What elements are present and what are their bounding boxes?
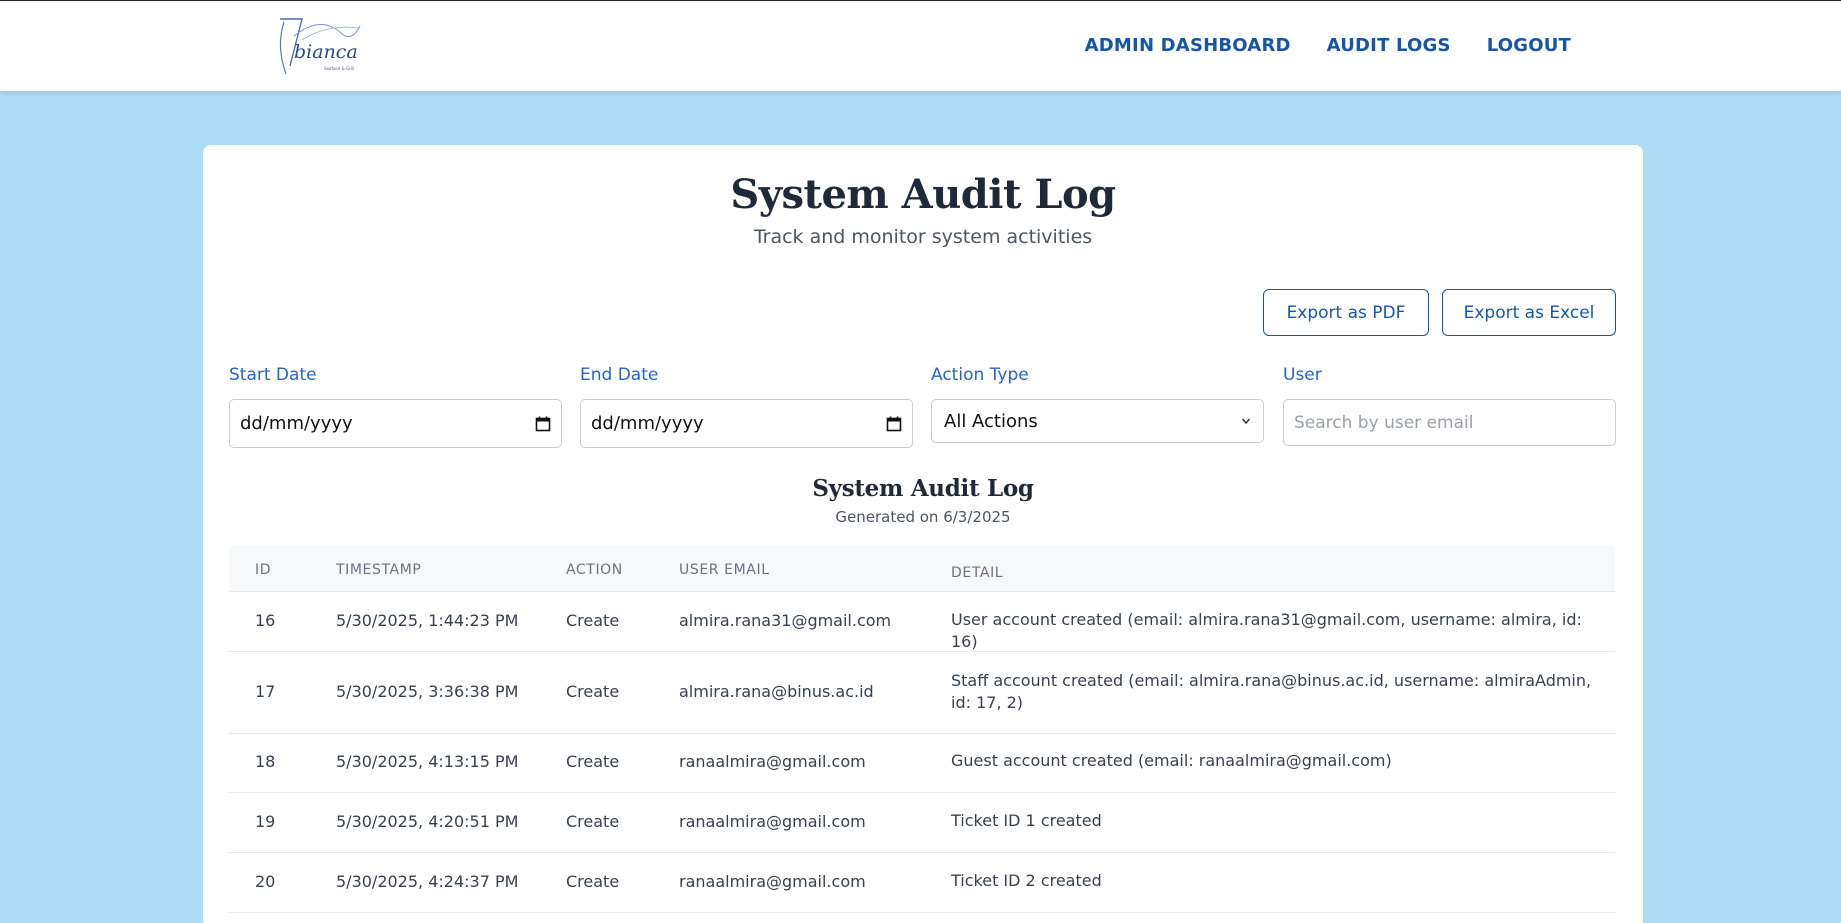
- cell-user-email: ranaalmira@gmail.com: [679, 812, 866, 831]
- export-excel-button[interactable]: Export as Excel: [1442, 289, 1616, 336]
- column-header-timestamp: TIMESTAMP: [336, 562, 422, 578]
- nav-logout[interactable]: LOGOUT: [1487, 35, 1571, 56]
- cell-detail: Ticket ID 1 created: [951, 811, 1102, 830]
- start-date-label: Start Date: [229, 365, 317, 385]
- bianca-logo[interactable]: bianca Seafood & Grill: [272, 16, 362, 78]
- table-row[interactable]: 16 5/30/2025, 1:44:23 PM Create almira.r…: [229, 592, 1615, 652]
- cell-timestamp: 5/30/2025, 4:20:51 PM: [336, 812, 519, 831]
- cell-action: Create: [566, 752, 620, 771]
- cell-user-email: almira.rana@binus.ac.id: [679, 682, 874, 701]
- table-row[interactable]: 18 5/30/2025, 4:13:15 PM Create ranaalmi…: [229, 734, 1615, 793]
- calendar-icon[interactable]: [535, 416, 551, 432]
- report-title: System Audit Log: [812, 475, 1034, 502]
- table-row[interactable]: 17 5/30/2025, 3:36:38 PM Create almira.r…: [229, 652, 1615, 734]
- page-subtitle: Track and monitor system activities: [753, 226, 1093, 248]
- page-title: System Audit Log: [730, 171, 1116, 218]
- cell-detail: Ticket ID 2 created: [951, 871, 1102, 890]
- start-date-value: dd/mm/yyyy: [240, 413, 353, 434]
- action-type-label: Action Type: [931, 365, 1029, 385]
- column-header-id: ID: [255, 562, 272, 578]
- logo-tagline: Seafood & Grill: [324, 66, 355, 71]
- column-header-action: ACTION: [566, 562, 623, 578]
- cell-timestamp: 5/30/2025, 1:44:23 PM: [336, 611, 519, 630]
- cell-id: 16: [255, 611, 276, 630]
- end-date-value: dd/mm/yyyy: [591, 413, 704, 434]
- cell-id: 19: [255, 812, 276, 831]
- action-type-value: All Actions: [944, 410, 1038, 432]
- audit-log-card: System Audit Log Track and monitor syste…: [203, 145, 1643, 923]
- cell-action: Create: [566, 611, 620, 630]
- chevron-down-icon: [1241, 418, 1251, 425]
- cell-id: 20: [255, 872, 276, 891]
- end-date-label: End Date: [580, 365, 659, 385]
- table-header: ID TIMESTAMP ACTION USER EMAIL DETAIL: [229, 546, 1615, 592]
- cell-action: Create: [566, 872, 620, 891]
- calendar-icon[interactable]: [886, 416, 902, 432]
- cell-detail: User account created (email: almira.rana…: [951, 610, 1582, 651]
- audit-log-table: ID TIMESTAMP ACTION USER EMAIL DETAIL 16…: [229, 546, 1615, 913]
- user-search-input[interactable]: Search by user email: [1283, 399, 1616, 446]
- cell-timestamp: 5/30/2025, 4:13:15 PM: [336, 752, 519, 771]
- cell-user-email: ranaalmira@gmail.com: [679, 872, 866, 891]
- column-header-detail: DETAIL: [951, 565, 1004, 581]
- column-header-user-email: USER EMAIL: [679, 562, 770, 578]
- cell-user-email: almira.rana31@gmail.com: [679, 611, 892, 630]
- cell-id: 17: [255, 682, 276, 701]
- logo-text: bianca: [294, 41, 358, 63]
- cell-id: 18: [255, 752, 276, 771]
- top-navbar: bianca Seafood & Grill ADMIN DASHBOARD A…: [0, 0, 1841, 91]
- cell-action: Create: [566, 682, 620, 701]
- end-date-input[interactable]: dd/mm/yyyy: [580, 399, 913, 448]
- cell-timestamp: 5/30/2025, 4:24:37 PM: [336, 872, 519, 891]
- action-type-select[interactable]: All Actions: [931, 399, 1264, 443]
- export-pdf-button[interactable]: Export as PDF: [1263, 289, 1429, 336]
- user-search-placeholder: Search by user email: [1294, 412, 1474, 433]
- report-generated-date: Generated on 6/3/2025: [835, 508, 1011, 526]
- nav-admin-dashboard[interactable]: ADMIN DASHBOARD: [1085, 35, 1291, 56]
- cell-action: Create: [566, 812, 620, 831]
- table-row[interactable]: 20 5/30/2025, 4:24:37 PM Create ranaalmi…: [229, 853, 1615, 913]
- cell-detail: Guest account created (email: ranaalmira…: [951, 751, 1392, 770]
- nav-audit-logs[interactable]: AUDIT LOGS: [1327, 35, 1451, 56]
- start-date-input[interactable]: dd/mm/yyyy: [229, 399, 562, 448]
- user-label: User: [1283, 365, 1322, 385]
- cell-detail: Staff account created (email: almira.ran…: [951, 671, 1592, 712]
- table-row[interactable]: 19 5/30/2025, 4:20:51 PM Create ranaalmi…: [229, 793, 1615, 853]
- cell-timestamp: 5/30/2025, 3:36:38 PM: [336, 682, 519, 701]
- nav-links: ADMIN DASHBOARD AUDIT LOGS LOGOUT: [1085, 35, 1571, 56]
- cell-user-email: ranaalmira@gmail.com: [679, 752, 866, 771]
